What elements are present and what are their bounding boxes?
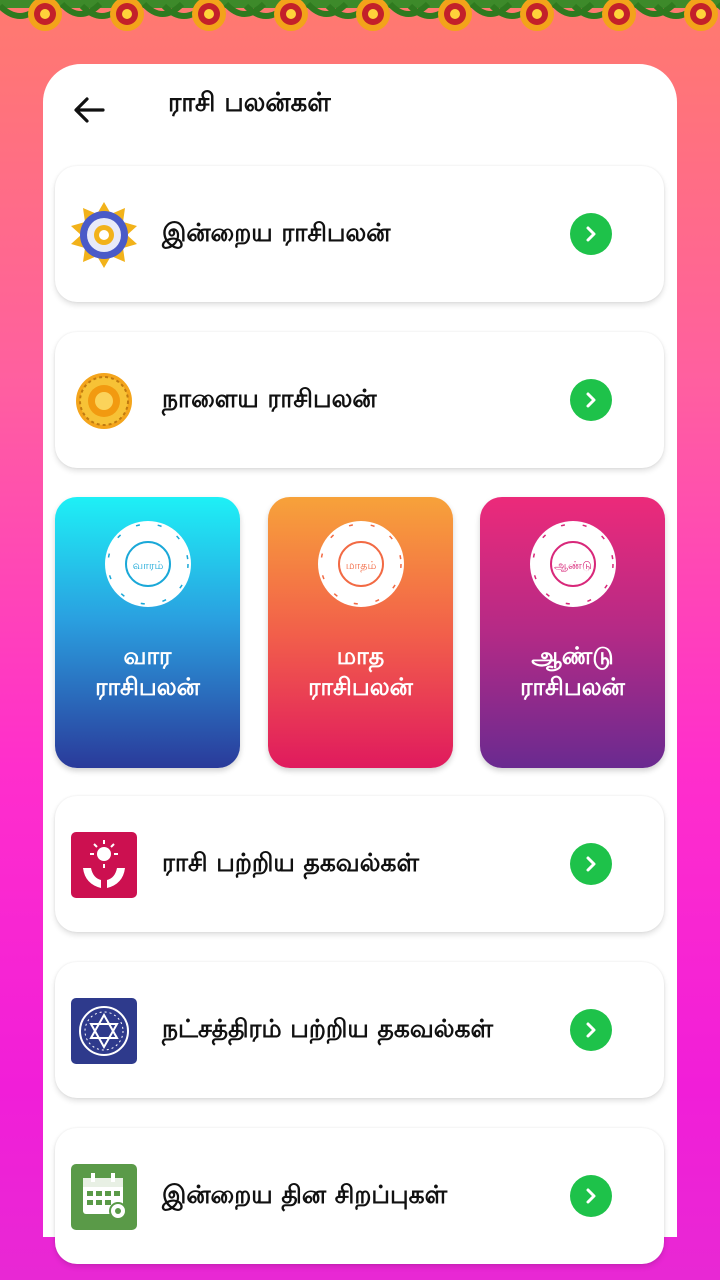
list-item-label: இன்றைய ராசிபலன்: [162, 217, 391, 247]
main-card: ராசி பலன்கள் இன்றைய ராசிபலன் நாளைய ராசிப…: [43, 64, 677, 1264]
tile-label: வார ராசிபலன்: [55, 641, 240, 703]
zodiac-wheel-icon: மாதம்: [317, 520, 405, 608]
tile-label-line2: ராசிபலன்: [520, 673, 625, 701]
sun-zodiac-icon: [71, 368, 137, 434]
chevron-right-icon[interactable]: [570, 843, 612, 885]
list-item-rasi-info[interactable]: ராசி பற்றிய தகவல்கள்: [55, 796, 664, 932]
list-item-tomorrow-horoscope[interactable]: நாளைய ராசிபலன்: [55, 332, 664, 468]
wheel-label: ஆண்டு: [554, 559, 592, 572]
tile-label-line2: ராசிபலன்: [308, 673, 413, 701]
garland-icon: [0, 0, 720, 40]
garland-decoration: [0, 0, 720, 40]
arrow-left-icon: [74, 97, 105, 123]
list-item-label: இன்றைய தின சிறப்புகள்: [162, 1179, 448, 1209]
list-item-star-info[interactable]: நட்சத்திரம் பற்றிய தகவல்கள்: [55, 962, 664, 1098]
list-item-today-horoscope[interactable]: இன்றைய ராசிபலன்: [55, 166, 664, 302]
list-item-label: நட்சத்திரம் பற்றிய தகவல்கள்: [162, 1013, 494, 1043]
calendar-icon: [71, 1164, 137, 1230]
zodiac-wheel-icon: ஆண்டு: [529, 520, 617, 608]
tile-label: மாத ராசிபலன்: [268, 641, 453, 703]
page-title: ராசி பலன்கள்: [168, 88, 331, 118]
tile-label-line1: மாத: [336, 642, 385, 670]
star-chart-icon: [71, 998, 137, 1064]
zodiac-wheel-icon: வாரம்: [104, 520, 192, 608]
list-item-label: நாளைய ராசிபலன்: [162, 383, 377, 413]
back-button[interactable]: [69, 90, 109, 130]
list-item-label: ராசி பற்றிய தகவல்கள்: [162, 847, 420, 877]
tile-monthly-horoscope[interactable]: மாதம் மாத ராசிபலன்: [268, 497, 453, 768]
hands-sun-icon: [71, 832, 137, 898]
chevron-right-icon[interactable]: [570, 213, 612, 255]
tile-label: ஆண்டு ராசிபலன்: [480, 641, 665, 703]
zodiac-wheel-icon: [71, 202, 137, 268]
list-item-today-special[interactable]: இன்றைய தின சிறப்புகள்: [55, 1128, 664, 1264]
chevron-right-icon[interactable]: [570, 1175, 612, 1217]
chevron-right-icon[interactable]: [570, 379, 612, 421]
tile-label-line1: ஆண்டு: [531, 642, 614, 670]
chevron-right-icon[interactable]: [570, 1009, 612, 1051]
tile-yearly-horoscope[interactable]: ஆண்டு ஆண்டு ராசிபலன்: [480, 497, 665, 768]
tile-label-line2: ராசிபலன்: [95, 673, 200, 701]
wheel-label: வாரம்: [133, 559, 164, 572]
wheel-label: மாதம்: [346, 559, 377, 572]
tile-label-line1: வார: [123, 642, 172, 670]
tile-weekly-horoscope[interactable]: வாரம் வார ராசிபலன்: [55, 497, 240, 768]
header: ராசி பலன்கள்: [43, 64, 677, 154]
